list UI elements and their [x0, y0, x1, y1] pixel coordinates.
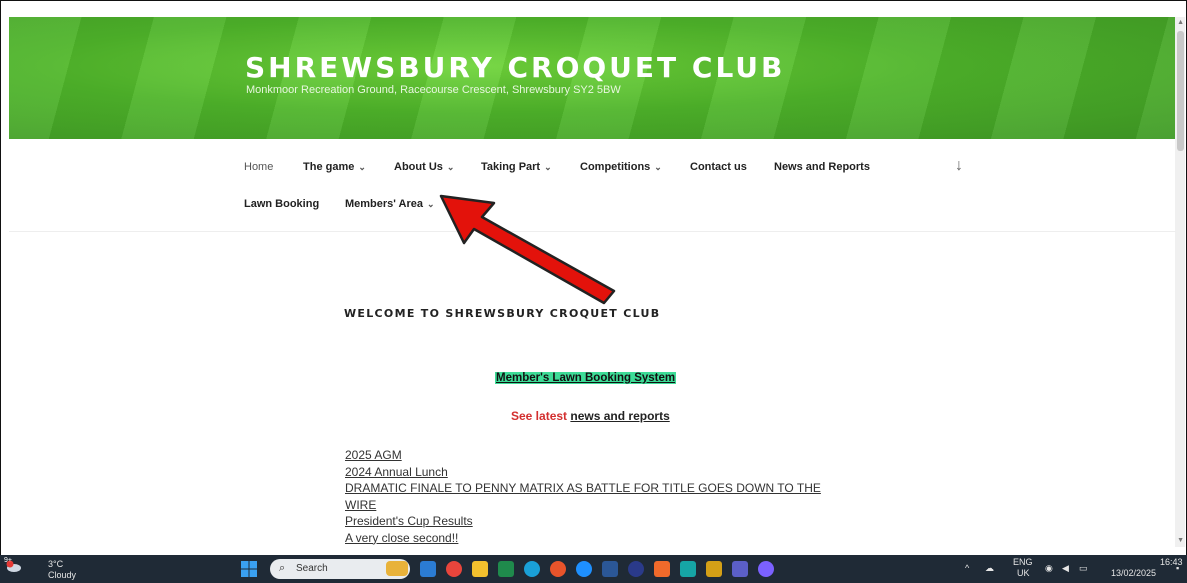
- battery-icon[interactable]: ▭: [1079, 563, 1088, 574]
- nav-item-news-and-reports[interactable]: News and Reports: [774, 161, 870, 173]
- chevron-down-icon: ⌄: [427, 199, 435, 209]
- taskbar-search-box[interactable]: ⌕ Search: [270, 559, 410, 579]
- lawn-booking-system-link[interactable]: Member's Lawn Booking System: [495, 372, 677, 384]
- nav-item-lawn-booking[interactable]: Lawn Booking: [244, 198, 319, 210]
- app-icon[interactable]: [628, 561, 644, 577]
- onedrive-cloud-icon[interactable]: ☁: [985, 563, 994, 574]
- weather-temperature: 3°C: [48, 559, 64, 569]
- amazon-icon[interactable]: [576, 561, 592, 577]
- site-title[interactable]: SHREWSBURY CROQUET CLUB: [245, 51, 785, 84]
- scrollbar-thumb[interactable]: [1177, 31, 1184, 151]
- nav-item-home[interactable]: Home: [244, 161, 273, 173]
- teams-icon[interactable]: [732, 561, 748, 577]
- file-explorer-icon[interactable]: [472, 561, 488, 577]
- nav-item-taking-part[interactable]: Taking Part ⌄: [481, 161, 552, 173]
- outlook-icon[interactable]: [420, 561, 436, 577]
- list-item-link[interactable]: WIRE: [345, 497, 821, 514]
- list-item-link[interactable]: 2025 AGM: [345, 447, 821, 464]
- news-link-list: 2025 AGM 2024 Annual Lunch DRAMATIC FINA…: [345, 447, 821, 546]
- welcome-heading: WELCOME TO SHREWSBURY CROQUET CLUB: [344, 307, 661, 320]
- header-banner: SHREWSBURY CROQUET CLUB Monkmoor Recreat…: [9, 17, 1176, 139]
- excel-icon[interactable]: [498, 561, 514, 577]
- red-annotation-arrow-icon: [439, 194, 616, 305]
- scroll-down-icon[interactable]: ↓: [955, 157, 963, 175]
- list-item-link[interactable]: A very close second!!: [345, 530, 821, 547]
- windows-taskbar: 9+ 3°C Cloudy ⌕ Search ^ ☁ ENG UK ◉ ◀ ▭ …: [0, 555, 1187, 583]
- chevron-down-icon: ⌄: [654, 162, 662, 172]
- office-icon[interactable]: [654, 561, 670, 577]
- latest-news-line: See latest news and reports: [511, 409, 670, 423]
- calendar-icon[interactable]: [680, 561, 696, 577]
- chevron-down-icon: ⌄: [446, 162, 455, 172]
- chevron-down-icon: ⌄: [544, 162, 552, 172]
- nav-item-about-us[interactable]: About Us ⌄: [394, 161, 454, 173]
- firefox-icon[interactable]: [550, 561, 566, 577]
- list-item-link[interactable]: President's Cup Results: [345, 513, 821, 530]
- browser-page: SHREWSBURY CROQUET CLUB Monkmoor Recreat…: [0, 0, 1187, 583]
- search-placeholder: Search: [296, 563, 328, 574]
- windows-start-icon[interactable]: [241, 561, 257, 577]
- search-icon: ⌕: [279, 562, 286, 574]
- chevron-up-icon[interactable]: ^: [965, 563, 969, 573]
- clock-date[interactable]: 13/02/2025: [1111, 568, 1156, 578]
- nav-item-the-game[interactable]: The game ⌄: [303, 161, 366, 173]
- scroll-up-arrow-icon[interactable]: ▲: [1177, 19, 1184, 26]
- stack-icon[interactable]: [706, 561, 722, 577]
- chevron-down-icon: ⌄: [358, 162, 366, 172]
- chrome-icon[interactable]: [446, 561, 462, 577]
- language-bottom[interactable]: UK: [1017, 568, 1030, 578]
- latest-prefix-text: See latest: [511, 409, 568, 423]
- wifi-icon[interactable]: ◉: [1045, 563, 1053, 574]
- notification-icon[interactable]: ▪: [1176, 563, 1179, 573]
- list-item-link[interactable]: DRAMATIC FINALE TO PENNY MATRIX AS BATTL…: [345, 480, 821, 497]
- nav-item-contact-us[interactable]: Contact us: [690, 161, 747, 173]
- weather-badge: 9+: [4, 557, 12, 564]
- copilot-icon[interactable]: [758, 561, 774, 577]
- news-and-reports-link[interactable]: news and reports: [570, 409, 669, 423]
- edge-icon[interactable]: [524, 561, 540, 577]
- site-subtitle: Monkmoor Recreation Ground, Racecourse C…: [246, 84, 621, 96]
- nav-item-members-area[interactable]: Members' Area ⌄: [345, 198, 435, 210]
- word-icon[interactable]: [602, 561, 618, 577]
- weather-description: Cloudy: [48, 570, 77, 580]
- language-top[interactable]: ENG: [1013, 557, 1033, 567]
- speaker-icon[interactable]: ◀: [1062, 563, 1069, 574]
- list-item-link[interactable]: 2024 Annual Lunch: [345, 464, 821, 481]
- nav-item-competitions[interactable]: Competitions ⌄: [580, 161, 662, 173]
- scroll-down-arrow-icon[interactable]: ▼: [1177, 537, 1184, 544]
- search-highlight-icon: [386, 561, 408, 576]
